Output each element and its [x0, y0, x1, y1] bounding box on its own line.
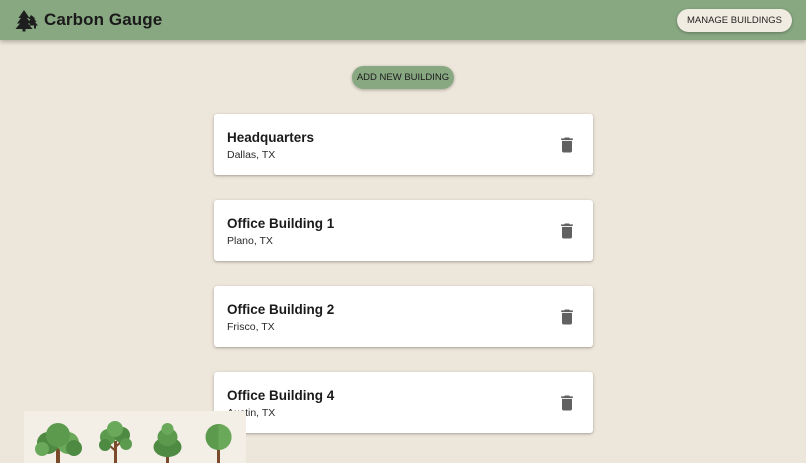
manage-buildings-button[interactable]: MANAGE BUILDINGS [676, 9, 792, 32]
building-name: Office Building 1 [227, 216, 335, 231]
app-title: Carbon Gauge [44, 10, 163, 29]
trash-icon [561, 223, 573, 239]
building-location: Frisco, TX [227, 321, 275, 333]
trees-illustration [24, 411, 246, 463]
trash-icon [561, 309, 573, 325]
add-new-building-button[interactable]: ADD NEW BUILDING [352, 66, 454, 89]
building-name: Headquarters [227, 130, 315, 145]
building-location: Plano, TX [227, 235, 273, 247]
pine-trees-icon [15, 10, 38, 32]
tree-illustration-icon [35, 421, 232, 463]
delete-building-button[interactable] [557, 135, 577, 155]
building-card[interactable]: Office Building 2 Frisco, TX [214, 286, 593, 347]
trash-icon [561, 395, 573, 411]
app-bar: Carbon Gauge MANAGE BUILDINGS [0, 0, 806, 40]
building-card[interactable]: Office Building 4 Austin, TX [214, 372, 593, 433]
building-name: Office Building 2 [227, 302, 335, 317]
brand[interactable]: Carbon Gauge [14, 8, 162, 32]
building-card[interactable]: Headquarters Dallas, TX [214, 114, 593, 175]
building-location: Dallas, TX [227, 149, 276, 161]
delete-building-button[interactable] [557, 307, 577, 327]
trash-icon [561, 137, 573, 153]
delete-building-button[interactable] [557, 393, 577, 413]
building-name: Office Building 4 [227, 388, 335, 403]
building-card[interactable]: Office Building 1 Plano, TX [214, 200, 593, 261]
delete-building-button[interactable] [557, 221, 577, 241]
